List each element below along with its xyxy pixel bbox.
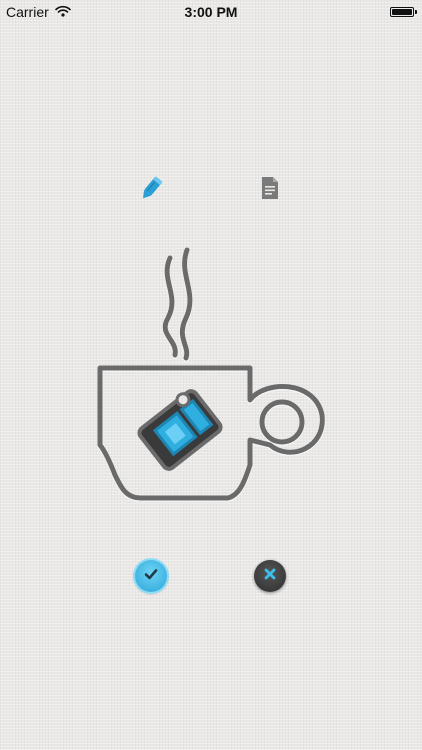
coffee-cup-icon (90, 240, 340, 510)
confirm-button[interactable] (135, 560, 167, 592)
pencil-icon[interactable] (133, 170, 169, 206)
document-icon[interactable] (252, 170, 288, 206)
close-icon (263, 567, 277, 586)
cancel-button[interactable] (254, 560, 286, 592)
status-bar: Carrier 3:00 PM (0, 0, 422, 24)
wifi-icon (54, 4, 71, 20)
checkmark-icon (143, 566, 159, 587)
carrier-label: Carrier (6, 4, 49, 20)
battery-icon (390, 7, 417, 17)
